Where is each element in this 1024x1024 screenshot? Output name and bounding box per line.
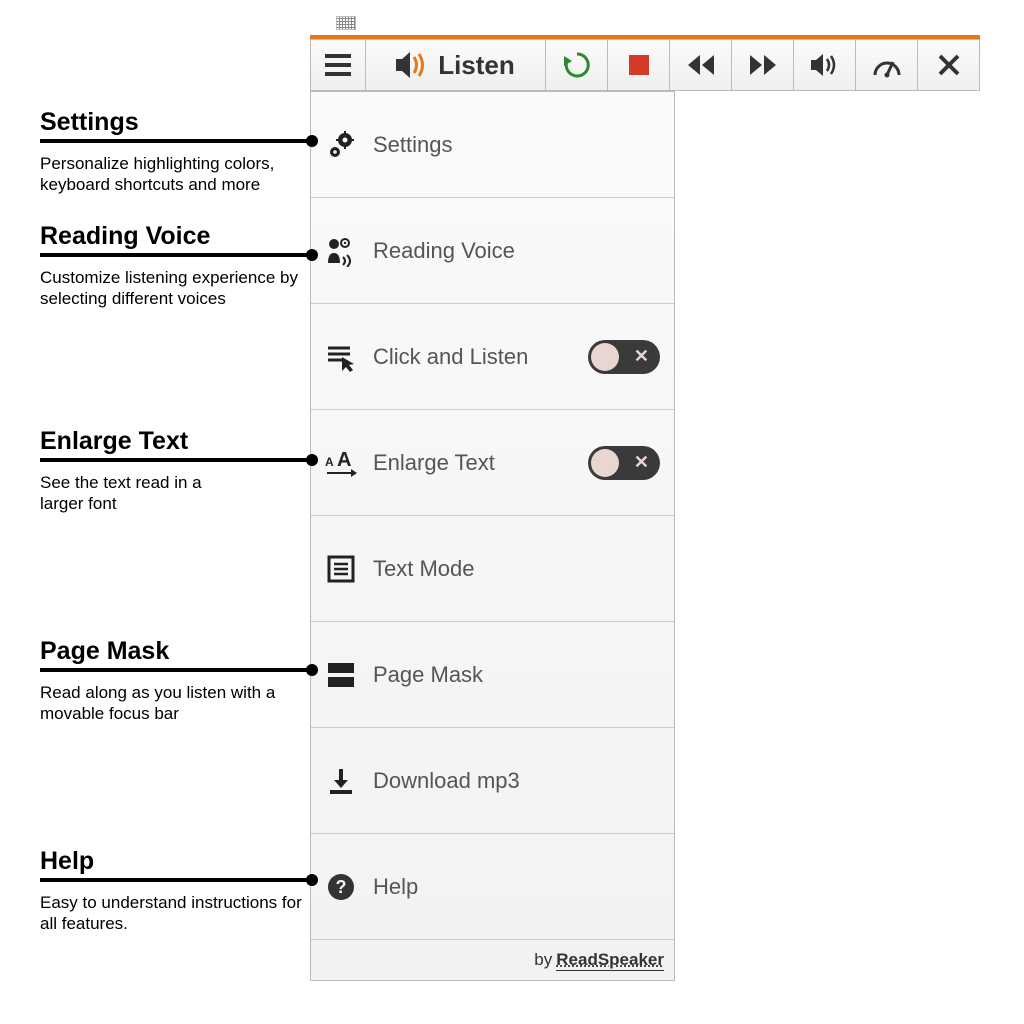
menu-item-download[interactable]: Download mp3 (311, 728, 674, 834)
menu-item-label: Click and Listen (373, 344, 574, 370)
menu-icon (325, 54, 351, 76)
drag-handle[interactable] (336, 16, 356, 30)
annotation-pointer (40, 668, 310, 672)
menu-item-text-mode[interactable]: Text Mode (311, 516, 674, 622)
menu-button[interactable] (311, 40, 366, 90)
menu-item-enlarge-text[interactable]: AA Enlarge Text ✕ (311, 410, 674, 516)
annotation-desc: Read along as you listen with a movable … (40, 682, 315, 725)
annotation-pointer (40, 878, 310, 882)
menu-item-label: Reading Voice (373, 238, 660, 264)
restart-button[interactable] (546, 40, 608, 90)
toggle-knob (591, 449, 619, 477)
volume-icon (811, 53, 839, 77)
annotation-help: Help Easy to understand instructions for… (40, 847, 315, 935)
menu-item-label: Settings (373, 132, 660, 158)
rewind-button[interactable] (670, 40, 732, 90)
svg-text:A: A (337, 449, 351, 471)
toggle-knob (591, 343, 619, 371)
enlarge-text-toggle[interactable]: ✕ (588, 446, 660, 480)
dropdown-panel: Settings Reading Voice Click and Listen … (310, 91, 675, 981)
forward-icon (750, 55, 776, 75)
download-icon (323, 767, 359, 795)
footer-brand[interactable]: ReadSpeaker (556, 950, 664, 971)
stop-button[interactable] (608, 40, 670, 90)
stop-icon (629, 55, 649, 75)
svg-text:A: A (325, 455, 334, 469)
annotation-settings: Settings Personalize highlighting colors… (40, 108, 315, 196)
help-icon: ? (323, 873, 359, 901)
enlarge-text-icon: AA (323, 448, 359, 478)
listen-button[interactable]: Listen (366, 40, 546, 90)
annotation-pointer (40, 458, 310, 462)
click-listen-icon (323, 342, 359, 372)
menu-item-click-listen[interactable]: Click and Listen ✕ (311, 304, 674, 410)
menu-item-label: Text Mode (373, 556, 660, 582)
footer-by: by (534, 950, 552, 970)
listen-label: Listen (438, 50, 515, 81)
speed-icon (872, 52, 902, 78)
page-mask-icon (323, 662, 359, 688)
svg-text:?: ? (336, 877, 347, 897)
annotation-pointer (40, 139, 310, 143)
volume-button[interactable] (794, 40, 856, 90)
annotation-reading-voice: Reading Voice Customize listening experi… (40, 222, 315, 310)
click-listen-toggle[interactable]: ✕ (588, 340, 660, 374)
menu-item-label: Page Mask (373, 662, 660, 688)
menu-item-label: Enlarge Text (373, 450, 574, 476)
menu-item-label: Download mp3 (373, 768, 660, 794)
speaker-icon (396, 51, 428, 79)
menu-item-settings[interactable]: Settings (311, 92, 674, 198)
menu-item-page-mask[interactable]: Page Mask (311, 622, 674, 728)
annotation-page-mask: Page Mask Read along as you listen with … (40, 637, 315, 725)
close-button[interactable] (918, 40, 980, 90)
toolbar: Listen (310, 39, 980, 91)
menu-item-help[interactable]: ? Help (311, 834, 674, 940)
annotation-title: Help (40, 847, 315, 876)
rewind-icon (688, 55, 714, 75)
annotation-pointer (40, 253, 310, 257)
toggle-off-icon: ✕ (634, 346, 649, 367)
menu-item-reading-voice[interactable]: Reading Voice (311, 198, 674, 304)
annotation-desc: See the text read in a larger font (40, 472, 240, 515)
voice-icon (323, 235, 359, 267)
gears-icon (323, 130, 359, 160)
annotation-desc: Personalize highlighting colors, keyboar… (40, 153, 315, 196)
menu-item-label: Help (373, 874, 660, 900)
annotation-title: Enlarge Text (40, 427, 315, 456)
annotation-title: Settings (40, 108, 315, 137)
annotation-desc: Easy to understand instructions for all … (40, 892, 315, 935)
forward-button[interactable] (732, 40, 794, 90)
annotation-title: Reading Voice (40, 222, 315, 251)
annotation-enlarge-text: Enlarge Text See the text read in a larg… (40, 427, 315, 515)
text-mode-icon (323, 555, 359, 583)
panel-footer: by ReadSpeaker (311, 940, 674, 980)
restart-icon (562, 50, 592, 80)
speed-button[interactable] (856, 40, 918, 90)
annotation-title: Page Mask (40, 637, 315, 666)
close-icon (938, 54, 960, 76)
toggle-off-icon: ✕ (634, 452, 649, 473)
annotation-desc: Customize listening experience by select… (40, 267, 315, 310)
